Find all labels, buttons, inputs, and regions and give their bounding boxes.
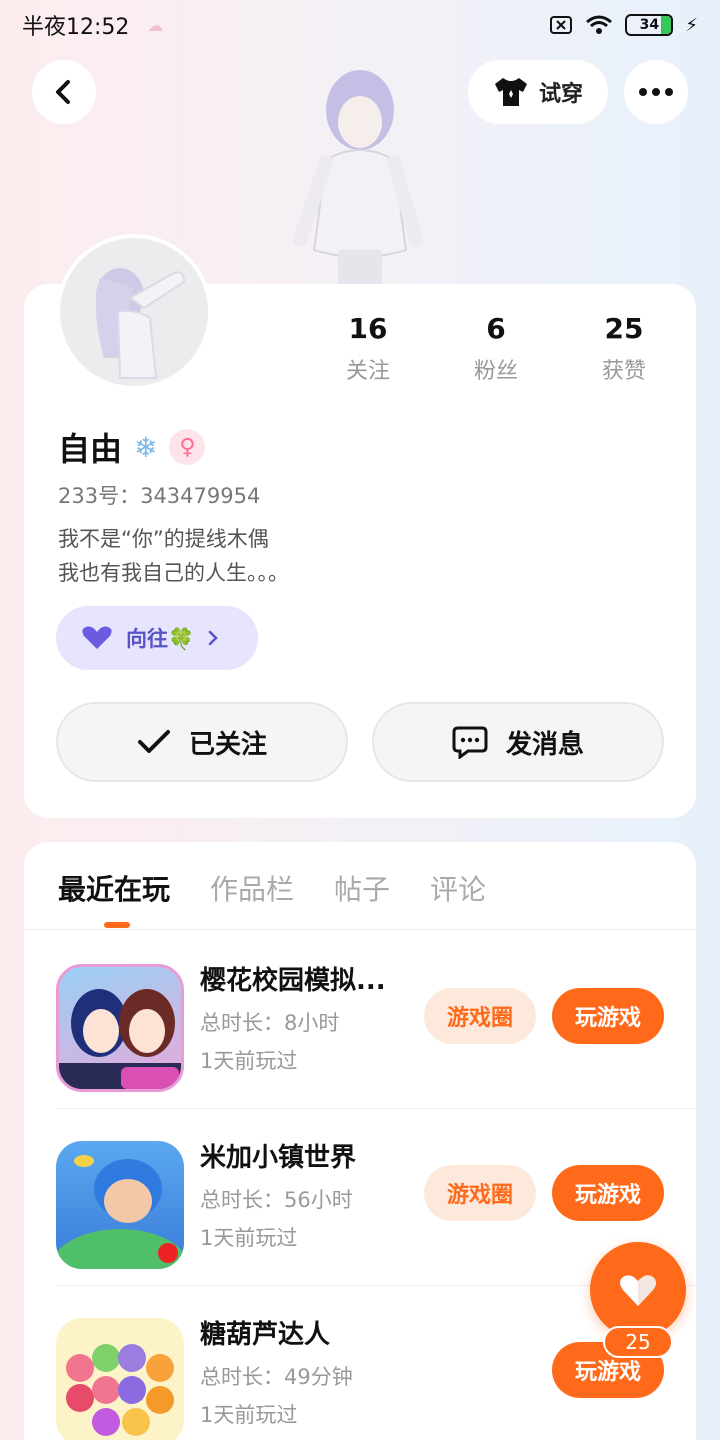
- user-bio: 我不是“你”的提线木偶 我也有我自己的人生。。。: [58, 527, 289, 585]
- charging-icon: ⚡: [685, 14, 698, 36]
- try-on-label: 试穿: [538, 82, 583, 107]
- list-item[interactable]: 樱花校园模拟... 总时长：8小时 1天前玩过 游戏圈 玩游戏: [24, 932, 696, 1109]
- back-button[interactable]: [32, 60, 96, 124]
- user-name: 自由: [58, 430, 123, 468]
- game-meta: 总时长：56小时 1天前玩过: [200, 1188, 353, 1250]
- game-title: 樱花校园模拟...: [200, 966, 386, 996]
- game-circle-button[interactable]: 游戏圈: [424, 988, 536, 1044]
- activity-card: 最近在玩 作品栏 帖子 评论 樱花校园模拟... 总时长：8小时 1天前玩过 游…: [24, 842, 696, 1440]
- chevron-right-icon: [208, 630, 218, 646]
- stat-following[interactable]: 16 关注: [304, 312, 432, 385]
- heart-icon: [620, 1275, 656, 1306]
- follow-button[interactable]: 已关注: [56, 702, 348, 782]
- play-game-button[interactable]: 玩游戏: [552, 988, 664, 1044]
- stat-likes[interactable]: 25 获赞: [560, 312, 688, 385]
- shirt-icon: [494, 78, 527, 106]
- heart-icon: [82, 626, 112, 649]
- cloud-icon: ☁: [147, 15, 164, 35]
- game-circle-button[interactable]: 游戏圈: [424, 1165, 536, 1221]
- game-icon-miga[interactable]: [56, 1141, 184, 1269]
- chevron-left-icon: [56, 80, 70, 104]
- snowflake-icon: ❄: [134, 430, 158, 464]
- follow-label: 已关注: [188, 729, 267, 760]
- status-time: 半夜12:52: [22, 15, 130, 40]
- profile-tabs: 最近在玩 作品栏 帖子 评论: [24, 842, 696, 930]
- game-meta: 总时长：8小时 1天前玩过: [200, 1011, 340, 1073]
- character-model[interactable]: [286, 50, 436, 284]
- wifi-icon: [586, 15, 613, 34]
- game-title: 米加小镇世界: [200, 1143, 357, 1173]
- user-id: 233号：343479954: [58, 484, 261, 508]
- list-item[interactable]: 米加小镇世界 总时长：56小时 1天前玩过 游戏圈 玩游戏: [24, 1109, 696, 1286]
- game-title: 糖葫芦达人: [200, 1320, 331, 1350]
- game-icon-candied-haws[interactable]: [56, 1318, 184, 1440]
- tab-comments[interactable]: 评论: [430, 868, 486, 929]
- stat-followers[interactable]: 6 粉丝: [432, 312, 560, 385]
- interest-tag-label: 向往🍀: [126, 627, 195, 651]
- battery-indicator: 34: [625, 14, 674, 36]
- profile-stats: 16 关注 6 粉丝 25 获赞: [304, 312, 688, 385]
- name-row: 自由 ❄ ♀: [58, 424, 206, 470]
- play-game-button[interactable]: 玩游戏: [552, 1165, 664, 1221]
- game-icon-sakura[interactable]: [56, 964, 184, 1092]
- message-label: 发消息: [505, 729, 584, 760]
- chat-bubble-icon: [452, 726, 488, 759]
- more-dots-icon: [639, 88, 673, 96]
- female-icon: ♀: [169, 429, 206, 465]
- more-button[interactable]: [624, 60, 688, 124]
- tab-recently-played[interactable]: 最近在玩: [58, 868, 170, 929]
- sim-off-icon: [550, 16, 573, 34]
- try-on-button[interactable]: 试穿: [468, 60, 608, 124]
- tab-posts[interactable]: 帖子: [334, 868, 390, 929]
- game-meta: 总时长：49分钟 1天前玩过: [200, 1365, 353, 1427]
- like-count-badge: 25: [603, 1326, 673, 1358]
- message-button[interactable]: 发消息: [372, 702, 664, 782]
- avatar[interactable]: [56, 234, 212, 390]
- check-icon: [137, 730, 170, 753]
- status-bar: 半夜12:52 ☁ 34 ⚡: [0, 0, 720, 50]
- interest-tag[interactable]: 向往🍀: [56, 606, 258, 670]
- like-button[interactable]: [590, 1242, 686, 1338]
- tab-works[interactable]: 作品栏: [210, 868, 294, 929]
